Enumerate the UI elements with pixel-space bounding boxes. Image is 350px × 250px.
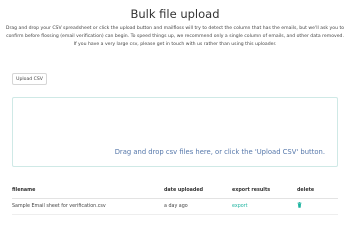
export-link[interactable]: export (232, 204, 248, 209)
table-row: Sample Email sheet for verification.csv … (12, 199, 338, 215)
uploads-table: filename date uploaded export results de… (12, 183, 338, 215)
header-filename: filename (12, 188, 36, 193)
dropzone-text: Drag and drop csv files here, or click t… (114, 148, 325, 156)
page-description: Drag and drop your CSV spreadsheet or cl… (5, 26, 345, 47)
csv-dropzone[interactable]: Drag and drop csv files here, or click t… (12, 97, 338, 167)
row-filename: Sample Email sheet for verification.csv (12, 204, 106, 209)
page-title: Bulk file upload (130, 7, 220, 21)
upload-csv-button[interactable]: Upload CSV (12, 73, 47, 85)
header-date-uploaded: date uploaded (164, 188, 204, 193)
row-date-uploaded: a day ago (164, 204, 188, 209)
trash-icon[interactable] (297, 202, 302, 210)
header-export-results: export results (232, 188, 271, 193)
header-delete: delete (297, 188, 315, 193)
table-header-row: filename date uploaded export results de… (12, 183, 338, 199)
